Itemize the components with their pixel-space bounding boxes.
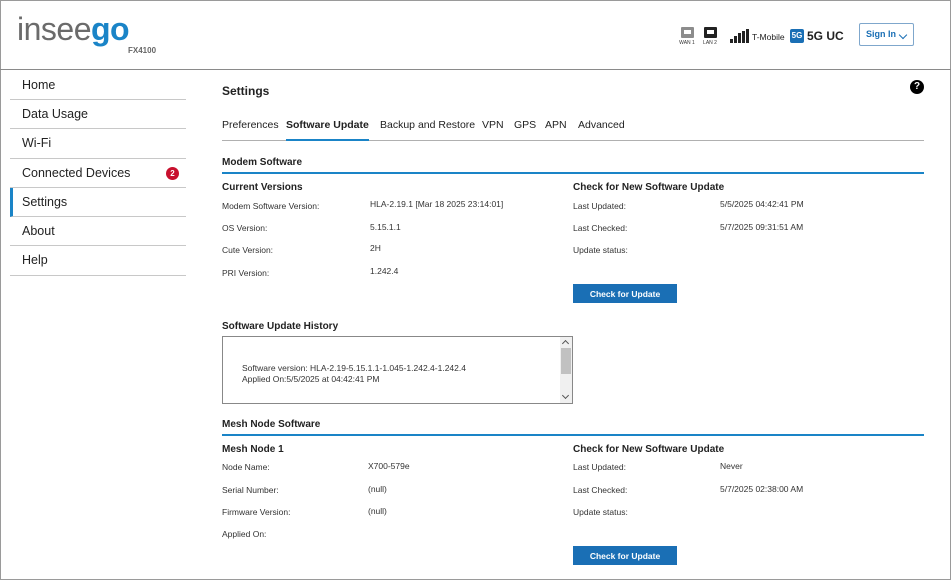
history-scrollbar[interactable] [560, 337, 572, 403]
modem-check-update-button[interactable]: Check for Update [573, 284, 677, 303]
help-icon[interactable]: ? [910, 80, 924, 94]
node-name-value: X700-579e [368, 461, 410, 471]
history-applied-on: Applied On:5/5/2025 at 04:42:41 PM [242, 374, 380, 384]
sidebar-item-label: Connected Devices [22, 165, 131, 180]
mesh-last-updated-value: Never [720, 461, 743, 471]
scroll-up-icon[interactable] [561, 339, 570, 348]
current-versions-heading: Current Versions [222, 182, 303, 193]
modem-software-heading: Modem Software [222, 157, 924, 174]
sidebar-nav: Home Data Usage Wi-Fi Connected Devices 2… [10, 71, 186, 276]
tab-preferences[interactable]: Preferences [222, 119, 279, 141]
mesh-node-heading: Mesh Node 1 [222, 444, 284, 455]
logo-text-part2: go [91, 11, 130, 47]
mesh-check-update-button[interactable]: Check for Update [573, 546, 677, 565]
device-count-badge: 2 [166, 166, 179, 180]
tab-apn[interactable]: APN [545, 119, 567, 141]
sidebar-item-wifi[interactable]: Wi-Fi [10, 129, 186, 159]
last-updated-value: 5/5/2025 04:42:41 PM [720, 199, 804, 209]
modem-version-label: Modem Software Version: [222, 201, 320, 211]
settings-tabs: Preferences Software Update Backup and R… [222, 117, 924, 141]
sidebar-item-label: Settings [22, 194, 68, 209]
sidebar-item-label: Home [22, 78, 56, 92]
pri-version-value: 1.242.4 [370, 266, 399, 276]
update-history-heading: Software Update History [222, 321, 339, 332]
sidebar-item-data-usage[interactable]: Data Usage [10, 100, 186, 130]
os-version-label: OS Version: [222, 223, 268, 233]
sidebar-item-label: Help [22, 253, 48, 268]
last-checked-label: Last Checked: [573, 223, 628, 233]
mesh-software-heading: Mesh Node Software [222, 419, 924, 436]
modem-check-update-heading: Check for New Software Update [573, 182, 725, 193]
scroll-thumb[interactable] [561, 348, 571, 374]
tab-software-update[interactable]: Software Update [286, 119, 369, 141]
sidebar-item-label: Data Usage [22, 107, 89, 121]
inseego-logo: inseego [17, 11, 130, 47]
last-checked-value: 5/7/2025 09:31:51 AM [720, 222, 804, 232]
firmware-version-value: (null) [368, 506, 387, 516]
tab-advanced[interactable]: Advanced [578, 119, 625, 141]
serial-number-label: Serial Number: [222, 485, 279, 495]
cute-version-value: 2H [370, 243, 381, 253]
main-content: Settings ? Preferences Software Update B… [222, 0, 924, 580]
os-version-value: 5.15.1.1 [370, 222, 401, 232]
pri-version-label: PRI Version: [222, 268, 270, 278]
modem-version-value: HLA-2.19.1 [Mar 18 2025 23:14:01] [370, 199, 504, 209]
tab-backup-restore[interactable]: Backup and Restore [380, 119, 475, 141]
serial-number-value: (null) [368, 484, 387, 494]
logo-text-part1: insee [17, 11, 92, 47]
sidebar-item-connected-devices[interactable]: Connected Devices 2 [10, 159, 186, 188]
tab-vpn[interactable]: VPN [482, 119, 504, 141]
sidebar-item-settings[interactable]: Settings [10, 187, 186, 218]
sidebar-item-help[interactable]: Help [10, 246, 186, 276]
cute-version-label: Cute Version: [222, 245, 274, 255]
tab-gps[interactable]: GPS [514, 119, 536, 141]
sidebar-item-home[interactable]: Home [10, 71, 186, 100]
update-history-box[interactable]: Software version: HLA-2.19-5.15.1.1-1.04… [222, 336, 573, 404]
model-label: FX4100 [128, 46, 157, 55]
sidebar-item-label: Wi-Fi [22, 136, 52, 151]
sidebar-item-label: About [22, 224, 55, 239]
sidebar-item-about[interactable]: About [10, 217, 186, 247]
mesh-last-updated-label: Last Updated: [573, 462, 626, 472]
history-software-version: Software version: HLA-2.19-5.15.1.1-1.04… [242, 363, 466, 373]
mesh-last-checked-label: Last Checked: [573, 485, 628, 495]
mesh-check-update-heading: Check for New Software Update [573, 444, 725, 455]
update-status-label: Update status: [573, 245, 628, 255]
mesh-update-status-label: Update status: [573, 507, 628, 517]
node-name-label: Node Name: [222, 462, 270, 472]
last-updated-label: Last Updated: [573, 201, 626, 211]
firmware-version-label: Firmware Version: [222, 507, 291, 517]
page-title: Settings [222, 84, 270, 98]
mesh-last-checked-value: 5/7/2025 02:38:00 AM [720, 484, 804, 494]
scroll-down-icon[interactable] [561, 391, 570, 400]
applied-on-label: Applied On: [222, 529, 267, 539]
